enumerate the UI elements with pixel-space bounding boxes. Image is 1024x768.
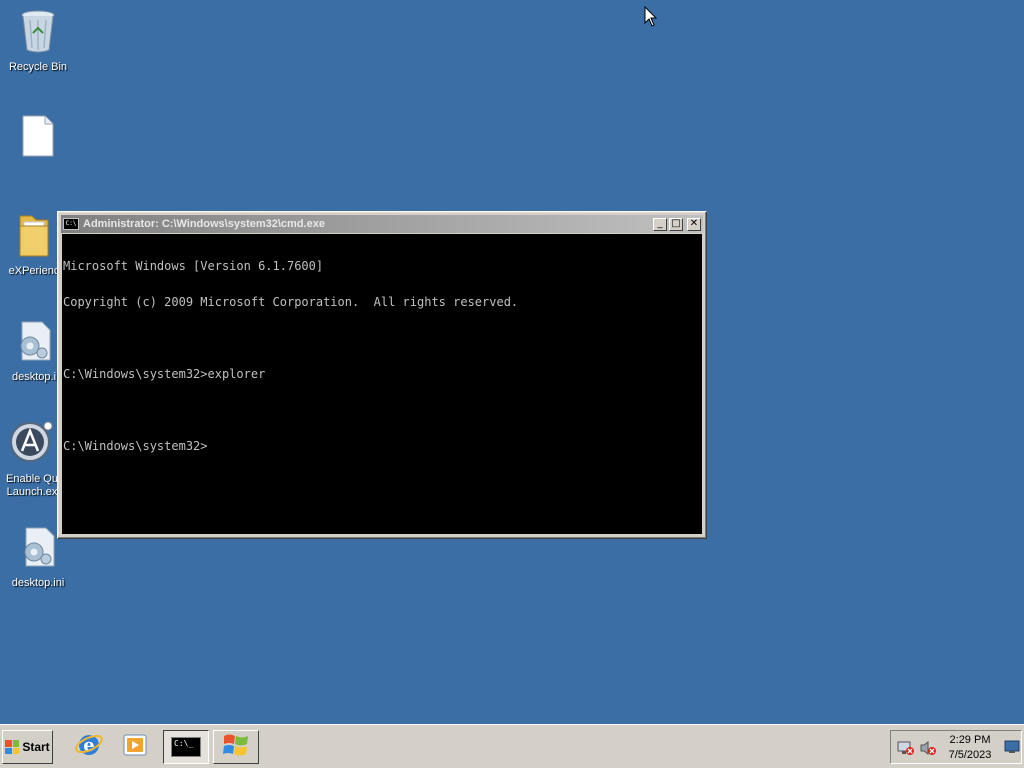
desktop-icon-label: desktop.i: [11, 371, 57, 383]
recycle-bin-icon: [0, 8, 76, 58]
media-player-icon: [121, 731, 149, 764]
console-output[interactable]: Microsoft Windows [Version 6.1.7600] Cop…: [62, 234, 702, 534]
mouse-cursor-icon: [644, 5, 658, 33]
console-line: Microsoft Windows [Version 6.1.7600]: [63, 259, 324, 273]
folder-icon: [6, 212, 62, 262]
clock[interactable]: 2:29 PM 7/5/2023: [939, 733, 1001, 763]
blank-document-icon: [0, 114, 76, 162]
windows-logo-icon: [221, 731, 251, 764]
internet-explorer-icon: e: [74, 730, 104, 765]
maximize-button[interactable]: □: [669, 217, 683, 231]
system-tray: 2:29 PM 7/5/2023: [890, 730, 1022, 764]
desktop-icon-recycle-bin[interactable]: Recycle Bin: [0, 8, 76, 74]
cmd-title-bar[interactable]: C:\ Administrator: C:\Windows\system32\c…: [61, 215, 703, 233]
taskbar: Start e C:\_ 2:29 PM 7/5/2023: [0, 724, 1024, 768]
show-desktop-icon[interactable]: [1004, 740, 1020, 759]
volume-muted-icon[interactable]: [919, 740, 937, 761]
start-label: Start: [22, 740, 50, 754]
launcher-app-icon: [4, 420, 60, 470]
minimize-button[interactable]: _: [653, 217, 667, 231]
taskbar-item-explorer[interactable]: [213, 730, 259, 764]
quicklaunch-internet-explorer[interactable]: e: [66, 730, 112, 764]
taskbar-item-cmd[interactable]: C:\_: [163, 730, 209, 764]
window-title: Administrator: C:\Windows\system32\cmd.e…: [83, 218, 325, 230]
clock-date: 7/5/2023: [948, 749, 992, 761]
cmd-window[interactable]: C:\ Administrator: C:\Windows\system32\c…: [57, 211, 707, 539]
desktop-icon-label: Enable Qu Launch.ex: [6, 473, 58, 498]
desktop-icon-desktop-ini-1[interactable]: desktop.i: [6, 320, 62, 384]
windows-flag-icon: [5, 740, 20, 754]
network-disconnected-icon[interactable]: [897, 740, 915, 761]
desktop-icon-blank-document[interactable]: [0, 114, 76, 165]
desktop-icon-enable-quick-launch[interactable]: Enable Qu Launch.ex: [4, 420, 60, 499]
console-line: C:\Windows\system32>explorer: [63, 367, 266, 381]
config-file-icon: [6, 320, 62, 368]
desktop-icon-experience-folder[interactable]: eXPerienc: [6, 212, 62, 278]
clock-time: 2:29 PM: [949, 734, 991, 746]
desktop-icon-label: Recycle Bin: [8, 61, 68, 73]
console-line: Copyright (c) 2009 Microsoft Corporation…: [63, 295, 519, 309]
desktop-icon-label: desktop.ini: [11, 577, 65, 589]
cmd-taskbar-icon: C:\_: [171, 737, 201, 757]
console-prompt-line: C:\Windows\system32>: [63, 439, 208, 453]
close-button[interactable]: ✕: [687, 217, 701, 231]
start-button[interactable]: Start: [2, 730, 53, 764]
quicklaunch-media-player[interactable]: [112, 730, 158, 764]
cmd-app-icon: C:\: [63, 218, 79, 230]
desktop-icon-label: eXPerienc: [8, 265, 60, 277]
